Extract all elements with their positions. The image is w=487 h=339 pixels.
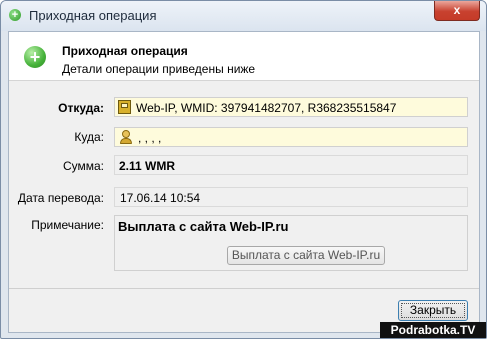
date-field: 17.06.14 10:54 (114, 187, 468, 207)
header-title: Приходная операция (62, 44, 188, 58)
plus-icon: + (24, 46, 46, 68)
amount-field: 2.11 WMR (114, 155, 468, 175)
from-value: Web-IP, WMID: 397941482707, R36823551584… (136, 101, 397, 115)
header-subtitle: Детали операции приведены ниже (62, 62, 256, 76)
amount-label: Сумма: (62, 159, 104, 173)
window-title: Приходная операция (29, 8, 157, 23)
amount-value: 2.11 WMR (119, 159, 176, 173)
dialog-window: + Приходная операция x + Приходная опера… (0, 0, 487, 339)
date-label: Дата перевода: (17, 191, 104, 205)
note-link-button[interactable]: Выплата с сайта Web-IP.ru (227, 246, 385, 265)
to-value: , , , , (138, 131, 162, 145)
person-icon (120, 130, 132, 144)
webmoney-purse-icon (118, 100, 131, 114)
footer-divider (9, 288, 479, 289)
window-close-button[interactable]: x (434, 1, 480, 21)
note-value: Выплата с сайта Web-IP.ru (118, 219, 289, 234)
note-label: Примечание: (31, 218, 104, 232)
watermark: Podrabotka.TV (380, 322, 486, 338)
plus-icon: + (9, 9, 21, 21)
from-label: Откуда: (58, 101, 104, 115)
close-button[interactable]: Закрыть (398, 300, 468, 321)
date-value: 17.06.14 10:54 (120, 191, 201, 205)
to-label: Куда: (74, 130, 104, 144)
to-field[interactable]: , , , , (114, 127, 468, 147)
dialog-header: + Приходная операция Детали операции при… (9, 32, 479, 81)
title-bar[interactable]: + Приходная операция x (1, 1, 486, 31)
from-field[interactable]: Web-IP, WMID: 397941482707, R36823551584… (114, 97, 468, 117)
dialog-content: + Приходная операция Детали операции при… (8, 31, 480, 333)
focus-ring (401, 303, 465, 318)
note-box: Выплата с сайта Web-IP.ru Выплата с сайт… (114, 215, 468, 271)
